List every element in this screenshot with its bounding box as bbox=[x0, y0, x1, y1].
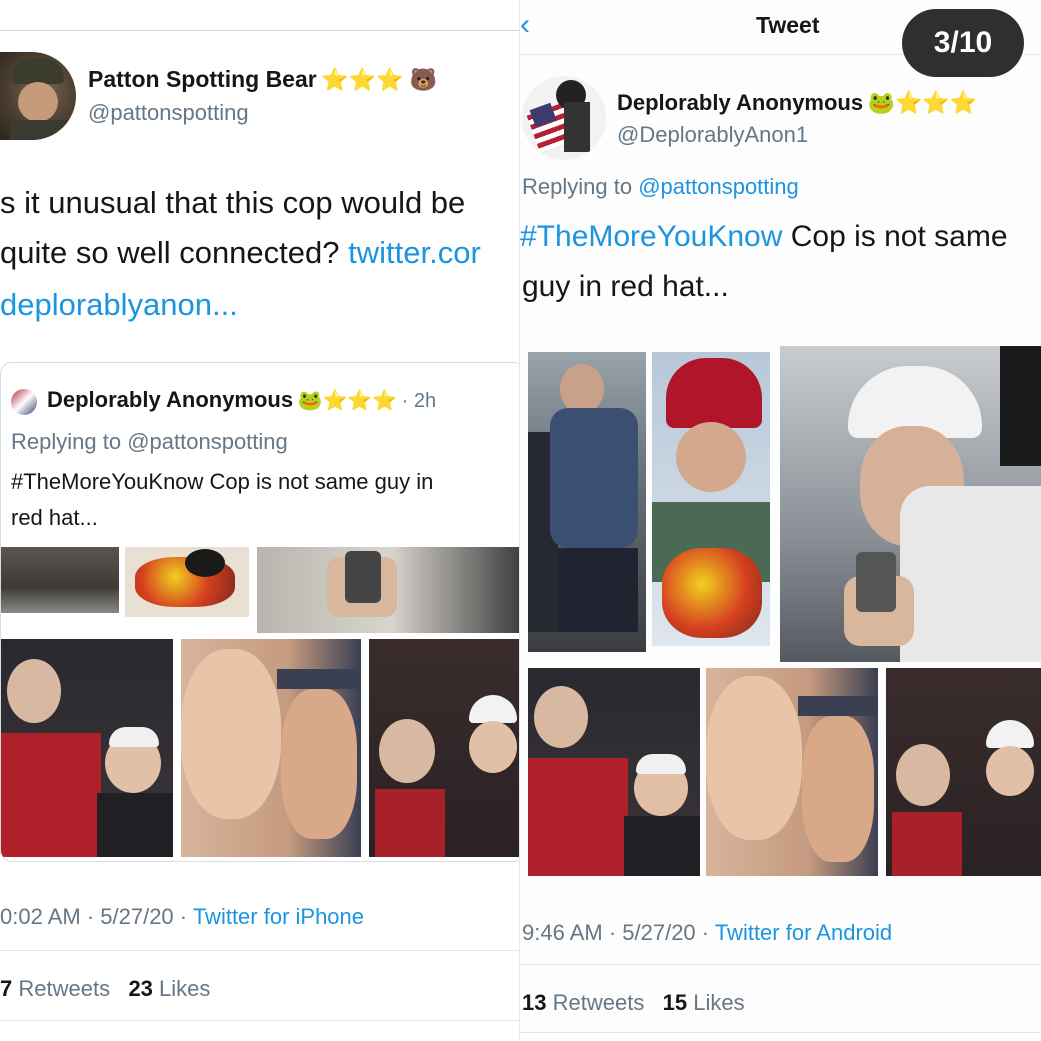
author-name-row[interactable]: Patton Spotting Bear ⭐⭐⭐ 🐻 bbox=[88, 66, 437, 93]
left-tweet-screenshot: Patton Spotting Bear ⭐⭐⭐ 🐻 @pattonspotti… bbox=[0, 0, 520, 1041]
author-name: Deplorably Anonymous bbox=[617, 90, 864, 115]
collage-image-crowd-right[interactable] bbox=[369, 639, 520, 857]
chevron-left-icon[interactable]: ‹ bbox=[520, 8, 530, 42]
author-name: Patton Spotting Bear bbox=[88, 66, 317, 92]
tweet-stats: 7 Retweets 23 Likes bbox=[0, 976, 210, 1002]
tweet-source[interactable]: Twitter for iPhone bbox=[193, 904, 364, 929]
retweets-link[interactable]: 13 Retweets bbox=[522, 990, 644, 1015]
quote-replying-to: Replying to @pattonspotting bbox=[11, 429, 288, 454]
author-handle[interactable]: @pattonspotting bbox=[88, 100, 249, 126]
right-tweet-screenshot: ‹ Tweet Deplorably Anonymous 🐸⭐⭐⭐ @Deplo… bbox=[520, 0, 1041, 1041]
collage-image-selfie[interactable] bbox=[181, 639, 361, 857]
tweet-source[interactable]: Twitter for Android bbox=[715, 920, 892, 945]
tweet-timestamp: 9:46 AM · 5/27/20 · bbox=[522, 920, 710, 945]
quote-text-line-2: red hat... bbox=[11, 505, 98, 530]
tweet-link[interactable]: twitter.cor bbox=[348, 235, 481, 270]
replying-to: Replying to @pattonspotting bbox=[522, 174, 799, 199]
top-divider bbox=[0, 30, 520, 31]
quoted-tweet-card[interactable]: Deplorably Anonymous 🐸⭐⭐⭐ · 2h Replying … bbox=[0, 362, 520, 862]
author-emoji: ⭐⭐⭐ 🐻 bbox=[321, 67, 437, 92]
avatar[interactable] bbox=[0, 52, 76, 140]
author-handle[interactable]: @DeplorablyAnon1 bbox=[617, 122, 808, 148]
quote-author-name: Deplorably Anonymous bbox=[47, 387, 294, 412]
author-name-row[interactable]: Deplorably Anonymous 🐸⭐⭐⭐ bbox=[617, 90, 977, 116]
avatar[interactable] bbox=[522, 76, 606, 160]
collage-image-kneel[interactable] bbox=[1, 547, 119, 613]
author-emoji: 🐸⭐⭐⭐ bbox=[867, 90, 978, 115]
tweet-text-line-2: guy in red hat... bbox=[522, 270, 729, 303]
quote-time: · 2h bbox=[401, 390, 437, 412]
tweet-text-line-2: quite so well connected? twitter.cor bbox=[0, 235, 481, 270]
collage-image-selfie[interactable] bbox=[706, 668, 878, 876]
tweet-meta: 9:46 AM · 5/27/20 · Twitter for Android bbox=[522, 920, 892, 946]
tweet-meta: 0:02 AM · 5/27/20 · Twitter for iPhone bbox=[0, 904, 364, 930]
likes-link[interactable]: 15 Likes bbox=[663, 990, 745, 1015]
collage-image-hand-fruit[interactable] bbox=[125, 547, 249, 617]
quote-author-emoji: 🐸⭐⭐⭐ bbox=[297, 390, 398, 412]
tweet-text-line-1: #TheMoreYouKnow Cop is not same bbox=[520, 220, 1008, 253]
retweets-link[interactable]: 7 Retweets bbox=[0, 976, 110, 1001]
quote-avatar bbox=[11, 389, 37, 415]
slide-counter-badge: 3/10 bbox=[902, 9, 1024, 77]
quote-text-line-1: #TheMoreYouKnow Cop is not same guy in bbox=[11, 469, 434, 494]
tweet-text-line-1: s it unusual that this cop would be bbox=[0, 185, 466, 220]
hashtag-link[interactable]: #TheMoreYouKnow bbox=[520, 220, 782, 253]
collage-image-white-hat[interactable] bbox=[780, 346, 1041, 662]
collage-image-crowd-left[interactable] bbox=[1, 639, 173, 857]
likes-link[interactable]: 23 Likes bbox=[128, 976, 210, 1001]
collage-image-red-hat[interactable] bbox=[652, 352, 770, 646]
collage-image-crowd-right[interactable] bbox=[886, 668, 1041, 876]
tweet-stats: 13 Retweets 15 Likes bbox=[522, 990, 745, 1016]
collage-image-cop[interactable] bbox=[528, 352, 646, 652]
replying-to-handle[interactable]: @pattonspotting bbox=[638, 174, 799, 199]
collage-image-crowd-left[interactable] bbox=[528, 668, 700, 876]
tweet-timestamp: 0:02 AM · 5/27/20 · bbox=[0, 904, 188, 929]
tweet-link-continued[interactable]: deplorablyanon... bbox=[0, 280, 238, 330]
collage-image-phone[interactable] bbox=[257, 547, 520, 633]
header-title: Tweet bbox=[756, 12, 820, 38]
